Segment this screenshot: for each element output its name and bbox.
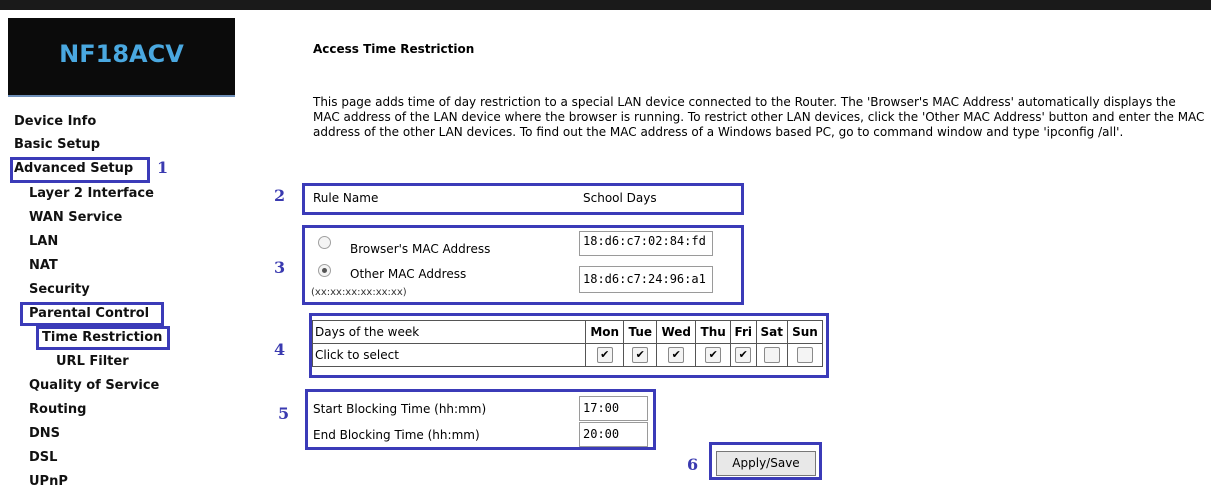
checkbox-mon[interactable]: ✔ [596, 347, 613, 363]
sidebar-item-lan[interactable]: LAN [29, 234, 58, 249]
other-mac-radio[interactable] [318, 264, 331, 277]
sidebar-item-dns[interactable]: DNS [29, 426, 60, 441]
sidebar-item-nat[interactable]: NAT [29, 258, 58, 273]
browser-mac-field[interactable]: 18:d6:c7:02:84:fd [579, 231, 713, 256]
other-mac-label: Other MAC Address [350, 267, 467, 281]
day-header-fri: Fri [729, 320, 757, 344]
day-header-mon: Mon [584, 320, 625, 344]
checkbox-tue[interactable]: ✔ [632, 347, 649, 363]
callout-number-5: 5 [278, 404, 290, 423]
sidebar-item-layer2-interface[interactable]: Layer 2 Interface [29, 186, 154, 201]
sidebar-item-url-filter[interactable]: URL Filter [56, 354, 129, 369]
rule-name-field[interactable]: School Days [583, 191, 657, 205]
top-bar [0, 0, 1211, 10]
callout-number-2: 2 [274, 186, 286, 205]
day-header-thu: Thu [695, 320, 731, 344]
other-mac-hint: (xx:xx:xx:xx:xx:xx) [311, 287, 407, 298]
sidebar-item-device-info[interactable]: Device Info [14, 114, 96, 129]
click-to-select-label: Click to select [312, 343, 586, 367]
rule-name-label: Rule Name [313, 191, 379, 205]
callout-box-parental-control [20, 302, 164, 326]
sidebar-item-routing[interactable]: Routing [29, 402, 86, 417]
sidebar-item-wan-service[interactable]: WAN Service [29, 210, 122, 225]
brand-logo: NF18ACV [8, 18, 235, 97]
brand-name: NF18ACV [59, 40, 184, 68]
sidebar: NF18ACV [0, 10, 238, 492]
days-table: Days of the week Mon Tue Wed Thu Fri Sat… [312, 320, 824, 367]
end-time-field[interactable]: 20:00 [579, 422, 648, 447]
checkbox-fri[interactable]: ✔ [735, 347, 752, 363]
checkbox-thu[interactable]: ✔ [705, 347, 722, 363]
day-header-sat: Sat [755, 320, 788, 344]
sidebar-item-security[interactable]: Security [29, 282, 90, 297]
days-header-row: Days of the week Mon Tue Wed Thu Fri Sat… [312, 320, 824, 344]
browser-mac-radio[interactable] [318, 236, 331, 249]
callout-box-time-restriction [36, 326, 170, 350]
end-time-label: End Blocking Time (hh:mm) [313, 428, 480, 442]
checkbox-sat[interactable] [763, 347, 780, 363]
page-description: This page adds time of day restriction t… [313, 95, 1205, 139]
sidebar-item-basic-setup[interactable]: Basic Setup [14, 137, 100, 152]
start-time-field[interactable]: 17:00 [579, 396, 648, 421]
apply-save-button[interactable]: Apply/Save [716, 451, 816, 476]
callout-number-4: 4 [274, 340, 286, 359]
callout-number-6: 6 [687, 455, 699, 474]
day-header-wed: Wed [656, 320, 697, 344]
callout-number-1: 1 [157, 158, 169, 177]
days-label: Days of the week [312, 320, 586, 344]
day-header-tue: Tue [623, 320, 658, 344]
callout-number-3: 3 [274, 258, 286, 277]
browser-mac-label: Browser's MAC Address [350, 242, 491, 256]
other-mac-field[interactable]: 18:d6:c7:24:96:a1 [579, 266, 713, 293]
checkbox-sun[interactable] [796, 347, 813, 363]
day-header-sun: Sun [786, 320, 824, 344]
page-title: Access Time Restriction [313, 42, 475, 56]
sidebar-item-upnp[interactable]: UPnP [29, 474, 68, 489]
callout-box-advanced-setup [10, 157, 150, 183]
sidebar-item-dsl[interactable]: DSL [29, 450, 57, 465]
days-checkbox-row: Click to select ✔ ✔ ✔ ✔ ✔ [312, 343, 824, 367]
checkbox-wed[interactable]: ✔ [668, 347, 685, 363]
start-time-label: Start Blocking Time (hh:mm) [313, 402, 487, 416]
sidebar-item-quality-of-service[interactable]: Quality of Service [29, 378, 159, 393]
